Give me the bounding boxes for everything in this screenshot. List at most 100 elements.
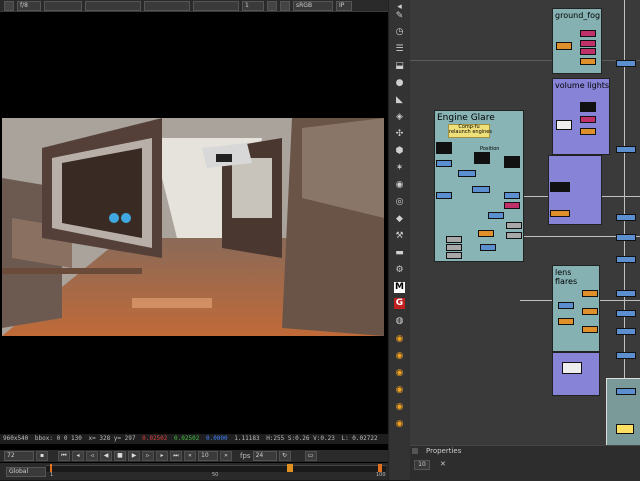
node[interactable]: [446, 244, 462, 251]
node[interactable]: [446, 252, 462, 259]
node[interactable]: [616, 234, 636, 241]
node[interactable]: [506, 232, 522, 239]
node[interactable]: [616, 388, 636, 395]
plugin-icon[interactable]: ◍: [394, 316, 405, 327]
node[interactable]: [504, 192, 520, 199]
node[interactable]: [582, 290, 598, 297]
filter-icon[interactable]: ◣: [394, 95, 405, 106]
node[interactable]: [616, 146, 636, 153]
deep-icon[interactable]: ◎: [394, 197, 405, 208]
clear-panels-icon[interactable]: ✕: [440, 460, 448, 468]
keyer-icon[interactable]: ◈: [394, 112, 405, 123]
prev-keyframe-button[interactable]: ◂: [72, 451, 84, 461]
colorspace-select[interactable]: sRGB: [293, 0, 333, 11]
3d-icon[interactable]: ✶: [394, 163, 405, 174]
last-frame-button[interactable]: ⏭: [170, 451, 182, 461]
in-point-marker[interactable]: [50, 464, 52, 472]
out-point-marker[interactable]: [378, 464, 382, 472]
frame-field[interactable]: 1: [242, 0, 264, 11]
node[interactable]: [580, 30, 596, 37]
m-icon[interactable]: M: [394, 282, 405, 293]
orange-tool-1[interactable]: ◉: [394, 334, 405, 345]
lut-button[interactable]: [267, 0, 277, 11]
max-panels-field[interactable]: 10: [414, 460, 430, 470]
node[interactable]: [480, 244, 496, 251]
node[interactable]: [474, 152, 490, 164]
orange-tool-5[interactable]: ◉: [394, 402, 405, 413]
node[interactable]: [616, 328, 636, 335]
node[interactable]: [580, 128, 596, 135]
timeline-range-select[interactable]: Global: [6, 467, 46, 477]
node[interactable]: [616, 60, 636, 67]
node[interactable]: [580, 58, 596, 65]
fps-field[interactable]: 24: [252, 451, 277, 461]
loop-icon[interactable]: ↻: [278, 451, 291, 461]
node[interactable]: [504, 202, 520, 209]
node[interactable]: [562, 362, 582, 374]
node[interactable]: [580, 116, 596, 123]
skip-forward-button[interactable]: »: [220, 451, 232, 461]
layers-icon[interactable]: ☰: [394, 44, 405, 55]
node[interactable]: [580, 40, 596, 47]
node[interactable]: [550, 182, 570, 192]
channel-select[interactable]: [44, 0, 82, 11]
color-icon[interactable]: ●: [394, 78, 405, 89]
node[interactable]: [616, 214, 636, 221]
alpha-select[interactable]: [144, 0, 190, 11]
orange-tool-3[interactable]: ◉: [394, 368, 405, 379]
node[interactable]: [488, 212, 504, 219]
node[interactable]: [558, 302, 574, 309]
views-icon[interactable]: ◆: [394, 214, 405, 225]
node[interactable]: [616, 424, 634, 434]
node[interactable]: [458, 170, 476, 177]
stop-button[interactable]: ■: [114, 451, 126, 461]
node[interactable]: [616, 352, 636, 359]
node[interactable]: [504, 156, 520, 168]
panel-menu-icon[interactable]: [412, 448, 418, 454]
next-frame-button[interactable]: ▹: [142, 451, 154, 461]
toolsets-icon[interactable]: ▬: [394, 248, 405, 259]
merge-icon[interactable]: ✣: [394, 129, 405, 140]
increment-field[interactable]: 10: [198, 451, 218, 461]
node[interactable]: [472, 186, 490, 193]
skip-back-button[interactable]: «: [184, 451, 196, 461]
ip-button[interactable]: IP: [336, 0, 352, 11]
orange-tool-2[interactable]: ◉: [394, 351, 405, 362]
other-icon[interactable]: ⚙: [394, 265, 405, 276]
flipbook-icon[interactable]: ▭: [304, 451, 317, 461]
node[interactable]: [556, 120, 572, 130]
viewer-image[interactable]: [2, 118, 384, 336]
paint-icon[interactable]: ✎: [394, 11, 405, 22]
prev-frame-button[interactable]: ◃: [86, 451, 98, 461]
node[interactable]: [616, 310, 636, 317]
first-frame-button[interactable]: ⏮: [58, 451, 70, 461]
node[interactable]: [436, 192, 452, 199]
wipe-select[interactable]: [193, 0, 239, 11]
node[interactable]: [616, 290, 636, 297]
metadata-icon[interactable]: ⚒: [394, 231, 405, 242]
g-icon[interactable]: G: [394, 298, 405, 309]
clock-icon[interactable]: ◷: [394, 27, 405, 38]
timeline-track[interactable]: [46, 465, 386, 472]
node[interactable]: [616, 256, 636, 263]
play-backward-button[interactable]: ◀: [100, 451, 112, 461]
node[interactable]: [558, 318, 574, 325]
backdrop-purple-bottom[interactable]: [552, 352, 600, 396]
current-frame-field[interactable]: 72: [4, 451, 34, 461]
node[interactable]: [506, 222, 522, 229]
node[interactable]: [446, 236, 462, 243]
layer-select[interactable]: [85, 0, 141, 11]
orange-tool-4[interactable]: ◉: [394, 385, 405, 396]
transform-icon[interactable]: ⬢: [394, 146, 405, 157]
node[interactable]: [580, 102, 596, 112]
input-select[interactable]: f/8: [17, 0, 41, 11]
lock-icon[interactable]: ▪: [36, 451, 48, 461]
properties-tab[interactable]: Properties: [426, 447, 461, 456]
node[interactable]: [580, 48, 596, 55]
channel-icon[interactable]: ⬓: [394, 61, 405, 72]
play-forward-button[interactable]: ▶: [128, 451, 140, 461]
node[interactable]: [436, 142, 452, 154]
sticky-note[interactable]: Comp-fu relaunch engines: [448, 124, 492, 138]
input-a-button[interactable]: [4, 0, 14, 11]
orange-tool-6[interactable]: ◉: [394, 419, 405, 430]
